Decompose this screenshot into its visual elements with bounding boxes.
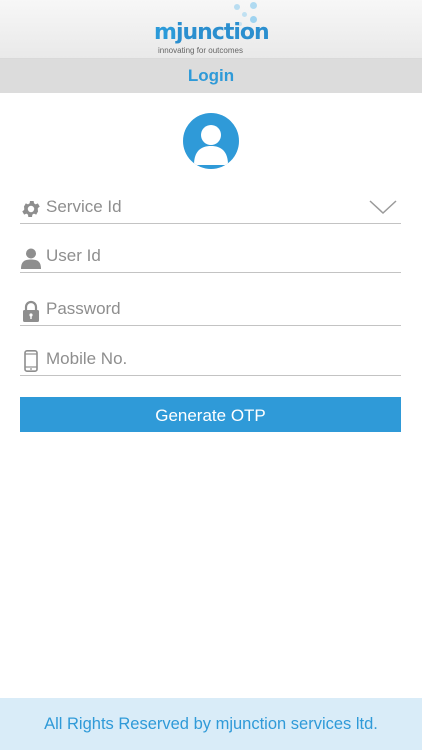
chevron-down-icon[interactable] [369, 199, 397, 215]
logo-tagline: innovating for outcomes [158, 46, 243, 55]
logo-wordmark: mjunction [154, 20, 270, 45]
password-input[interactable] [46, 297, 366, 321]
mobile-input[interactable] [46, 347, 366, 371]
user-id-field[interactable] [20, 242, 401, 273]
app-header: mjunction innovating for outcomes [0, 0, 422, 59]
footer-copyright: All Rights Reserved by mjunction service… [0, 698, 422, 750]
mobile-field[interactable] [20, 345, 401, 376]
password-field[interactable] [20, 295, 401, 326]
user-avatar-icon [183, 113, 239, 169]
service-id-select[interactable] [46, 195, 366, 219]
person-icon [20, 247, 42, 269]
generate-otp-button[interactable]: Generate OTP [20, 397, 401, 432]
user-id-input[interactable] [46, 244, 366, 268]
mobile-phone-icon [20, 350, 42, 372]
lock-icon [20, 300, 42, 322]
page-title: Login [0, 59, 422, 93]
gear-icon [20, 198, 42, 220]
mjunction-logo: mjunction innovating for outcomes [154, 2, 270, 56]
service-id-field[interactable] [20, 193, 401, 224]
